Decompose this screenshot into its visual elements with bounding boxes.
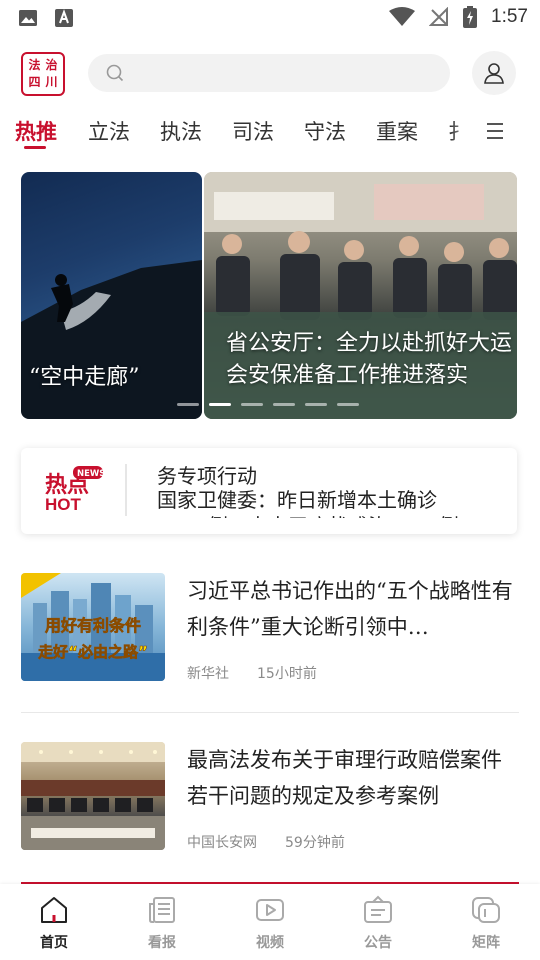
ticker-lines: 务专项行动 国家卫健委：昨日新增本土确诊 1047例，本土无症状感染2604例 [157,448,507,518]
news-title[interactable]: 习近平总书记作出的“五个战略性有利条件”重大论断引领中… [187,573,517,645]
news-item[interactable]: 用好有利条件 走好“必由之路” 习近平总书记作出的“五个战略性有利条件”重大论断… [21,573,519,683]
hot-news-logo: 热点 NEWS HOT [45,466,105,514]
logo-char: 四 [28,75,41,89]
wifi-icon [389,7,416,26]
user-icon [484,63,504,84]
slide-caption: 省公安厅：全力以赴抓好大运会安保准备工作推进落实 [226,331,513,388]
carousel-dot-active[interactable] [209,403,231,406]
ticker-line[interactable]: 国家卫健委：昨日新增本土确诊 [157,484,437,513]
home-icon [41,897,67,923]
divider [21,712,519,713]
carousel-dot[interactable] [273,403,295,406]
search-input[interactable] [132,54,432,92]
nav-label: 看报 [148,935,176,951]
menu-icon [487,123,503,139]
thumbnail-text: 走好“必由之路” [38,643,148,661]
news-source: 新华社 [187,666,229,682]
carousel-dot[interactable] [305,403,327,406]
nav-notice[interactable]: 公告 [324,884,432,960]
carousel-slide[interactable]: “空中走廊” [21,172,202,419]
divider [125,464,127,516]
nav-matrix[interactable]: 矩阵 [432,884,540,960]
banner-carousel[interactable]: “空中走廊” 省公安厅：全力以赴抓好大运会安保准备工作推进落实 [21,172,517,419]
news-meta: 新华社 15小时前 [187,663,317,683]
app-logo[interactable]: 法 治 四 川 [21,52,65,96]
nav-video[interactable]: 视频 [216,884,324,960]
nav-home[interactable]: 首页 [0,884,108,960]
logo-char: 法 [28,58,41,72]
newspaper-icon [149,897,175,923]
gallery-notification-icon [19,10,37,26]
active-tab-indicator [24,146,46,149]
thumbnail-image: 用好有利条件 走好“必由之路” [21,573,165,681]
thumbnail-text: 用好有利条件 [45,616,141,635]
slide-caption: “空中走廊” [29,365,140,390]
news-meta: 中国长安网 59分钟前 [187,832,345,852]
app-header: 法 治 四 川 [0,46,540,102]
no-signal-icon [429,7,449,26]
bottom-nav: 首页 看报 视频 公告 矩阵 [0,884,540,960]
logo-char: 川 [45,75,58,89]
news-time: 15小时前 [257,666,317,682]
thumbnail-image [21,742,165,850]
tabs-menu-button[interactable] [484,120,510,146]
hot-badge-tag: NEWS [77,469,105,479]
search-icon [106,64,124,82]
tab-law-enforcement[interactable]: 执法 [160,116,202,146]
nav-label: 公告 [364,935,392,951]
notice-icon [364,895,392,923]
hot-news-ticker[interactable]: 热点 NEWS HOT 务专项行动 国家卫健委：昨日新增本土确诊 1047例，本… [21,448,517,534]
carousel-dot[interactable] [337,403,359,406]
nav-label: 视频 [256,935,284,951]
search-bar[interactable] [88,54,450,92]
news-time: 59分钟前 [285,835,345,851]
clock: 1:57 [491,6,528,27]
category-tabs: 热推 立法 执法 司法 守法 重案 扌 [0,112,540,156]
carousel-dot[interactable] [241,403,263,406]
profile-button[interactable] [472,51,516,95]
status-bar: 1:57 [0,0,540,36]
carousel-dot[interactable] [177,403,199,406]
news-thumbnail: 用好有利条件 走好“必由之路” [21,573,165,681]
battery-icon [463,6,478,28]
carousel-indicators [177,403,359,406]
carousel-slide-active[interactable]: 省公安厅：全力以赴抓好大运会安保准备工作推进落实 [204,172,517,419]
matrix-icon [472,897,500,923]
tab-major-cases[interactable]: 重案 [376,116,418,146]
logo-char: 治 [45,58,58,72]
video-icon [256,899,284,921]
news-item[interactable]: 最高法发布关于审理行政赔偿案件若干问题的规定及参考案例 中国长安网 59分钟前 [21,742,519,852]
ticker-line[interactable]: 1047例，本土无症状感染2604例 [157,510,459,518]
tab-judiciary[interactable]: 司法 [232,116,274,146]
nav-label: 首页 [40,935,68,951]
app-notification-icon [55,9,73,27]
news-thumbnail [21,742,165,850]
tab-hot[interactable]: 热推 [15,116,57,146]
nav-label: 矩阵 [472,935,500,951]
news-source: 中国长安网 [187,835,257,851]
nav-newspaper[interactable]: 看报 [108,884,216,960]
tab-law-abiding[interactable]: 守法 [304,116,346,146]
tab-legislation[interactable]: 立法 [88,116,130,146]
news-title[interactable]: 最高法发布关于审理行政赔偿案件若干问题的规定及参考案例 [187,742,517,814]
hot-badge-word: HOT [45,495,82,514]
